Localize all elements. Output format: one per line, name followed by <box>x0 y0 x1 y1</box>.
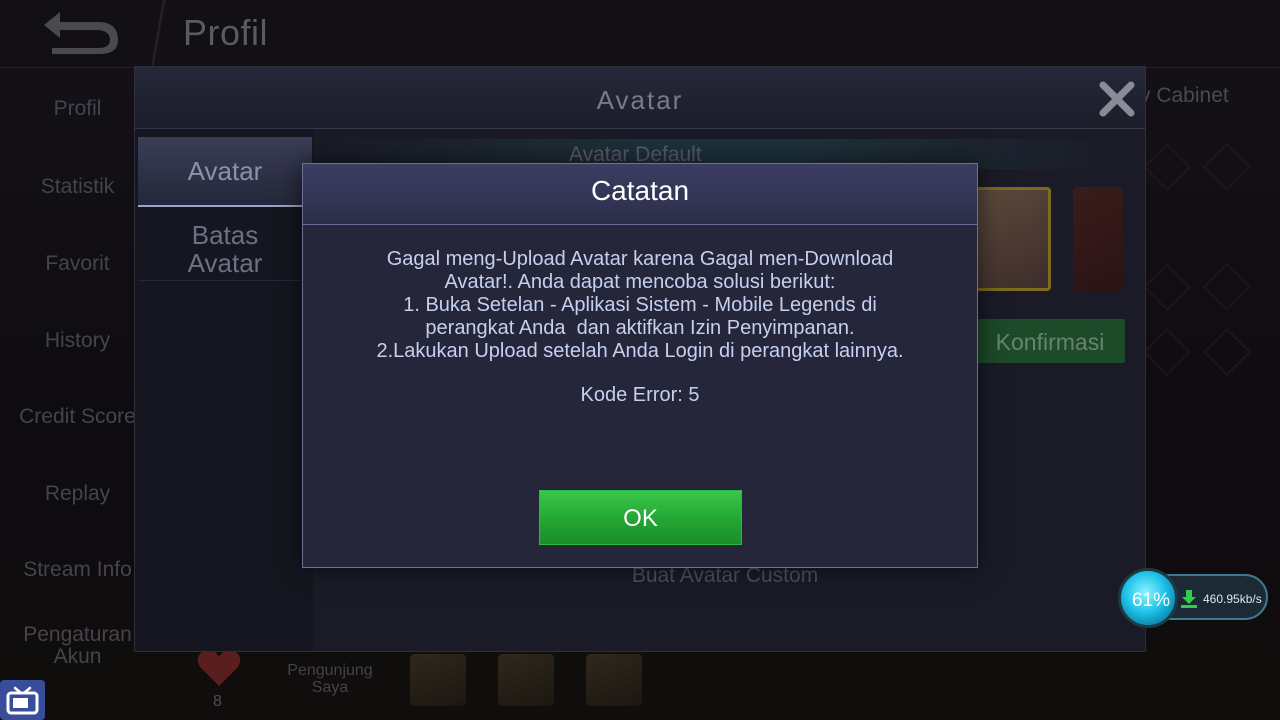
message-line: 1. Buka Setelan - Aplikasi Sistem - Mobi… <box>403 294 877 316</box>
percent-value: 61% <box>1131 590 1171 611</box>
sidebar-item-favorit[interactable]: Favorit <box>0 253 155 275</box>
sidebar-item-stream-info[interactable]: Stream Info <box>0 559 155 581</box>
sidebar-item-statistik[interactable]: Statistik <box>0 176 155 198</box>
dialog-message: Gagal meng-Upload Avatar karena Gagal me… <box>323 248 957 363</box>
avatar-thumbnail[interactable] <box>975 187 1051 291</box>
visitor-count: 8 <box>213 693 222 710</box>
tab-avatar[interactable]: Avatar <box>138 137 312 207</box>
cabinet-label: y Cabinet <box>1140 84 1229 107</box>
tab-label: Batas Avatar <box>187 220 263 278</box>
sidebar-item-credit-score[interactable]: Credit Score <box>0 406 155 428</box>
tab-label: Avatar <box>187 156 263 186</box>
percent-bubble: 61% <box>1118 568 1178 628</box>
decor-diamond <box>1202 327 1252 377</box>
ok-label: OK <box>623 505 658 532</box>
page-title: Profil <box>183 12 269 53</box>
sidebar-item-label: History <box>44 329 111 352</box>
sidebar-item-history[interactable]: History <box>0 330 155 352</box>
header-divider <box>152 0 166 68</box>
download-arrow-icon <box>1181 590 1197 608</box>
decor-diamond <box>1142 142 1192 192</box>
sidebar-item-label: Statistik <box>40 175 115 198</box>
back-button[interactable] <box>38 8 128 58</box>
tab-batas-avatar[interactable]: Batas Avatar <box>138 209 312 281</box>
download-speed: 460.95kb/s <box>1203 592 1262 606</box>
error-dialog: Catatan Gagal meng-Upload Avatar karena … <box>302 163 978 568</box>
sidebar-item-pengaturan-akun[interactable]: Pengaturan Akun <box>0 624 155 668</box>
sidebar-item-replay[interactable]: Replay <box>0 483 155 505</box>
sidebar-item-label: Pengaturan Akun <box>23 623 132 668</box>
avatar-panel-header: Avatar <box>135 67 1145 129</box>
close-icon <box>1099 81 1135 117</box>
sidebar-item-profil[interactable]: Profil <box>0 98 155 120</box>
confirm-button[interactable]: Konfirmasi <box>975 319 1125 363</box>
tv-icon <box>6 686 39 715</box>
visitor-label: Pengunjung Saya <box>287 662 373 696</box>
sidebar-item-label: Favorit <box>45 252 110 275</box>
avatar-tabs: Avatar Batas Avatar <box>135 129 313 651</box>
tv-button[interactable] <box>0 680 45 720</box>
message-line: Gagal meng-Upload Avatar karena Gagal me… <box>386 248 894 270</box>
decor-diamond <box>1202 142 1252 192</box>
confirm-label: Konfirmasi <box>995 329 1105 355</box>
profile-sidebar: Profil Statistik Favorit History Credit … <box>0 68 155 720</box>
sidebar-item-label: Replay <box>44 482 111 505</box>
sidebar-item-label: Stream Info <box>23 558 132 581</box>
message-line: perangkat Anda dan aktifkan Izin Penyimp… <box>425 317 855 339</box>
back-arrow-icon <box>44 12 118 54</box>
sidebar-item-label: Profil <box>53 97 102 120</box>
visitor-avatar[interactable] <box>498 654 554 706</box>
profile-header: Profil <box>0 0 1280 68</box>
game-screen: Profil Profil Statistik Favorit History … <box>0 0 1280 720</box>
error-code: Kode Error: 5 <box>580 384 700 406</box>
decor-diamond <box>1142 327 1192 377</box>
close-button[interactable] <box>1097 79 1137 119</box>
visitor-avatar[interactable] <box>586 654 642 706</box>
sidebar-item-label: Credit Score <box>19 405 136 428</box>
dialog-header: Catatan <box>303 164 977 225</box>
ok-button[interactable]: OK <box>539 490 742 545</box>
avatar-panel-title: Avatar <box>596 85 684 115</box>
dialog-title: Catatan <box>590 175 690 206</box>
decor-diamond <box>1202 262 1252 312</box>
heart-icon <box>197 649 241 686</box>
message-line: Avatar!. Anda dapat mencoba solusi berik… <box>444 271 836 293</box>
visitor-avatar[interactable] <box>410 654 466 706</box>
message-line: 2.Lakukan Upload setelah Anda Login di p… <box>376 340 904 362</box>
avatar-thumbnail[interactable] <box>1073 187 1123 291</box>
decor-diamond <box>1142 262 1192 312</box>
